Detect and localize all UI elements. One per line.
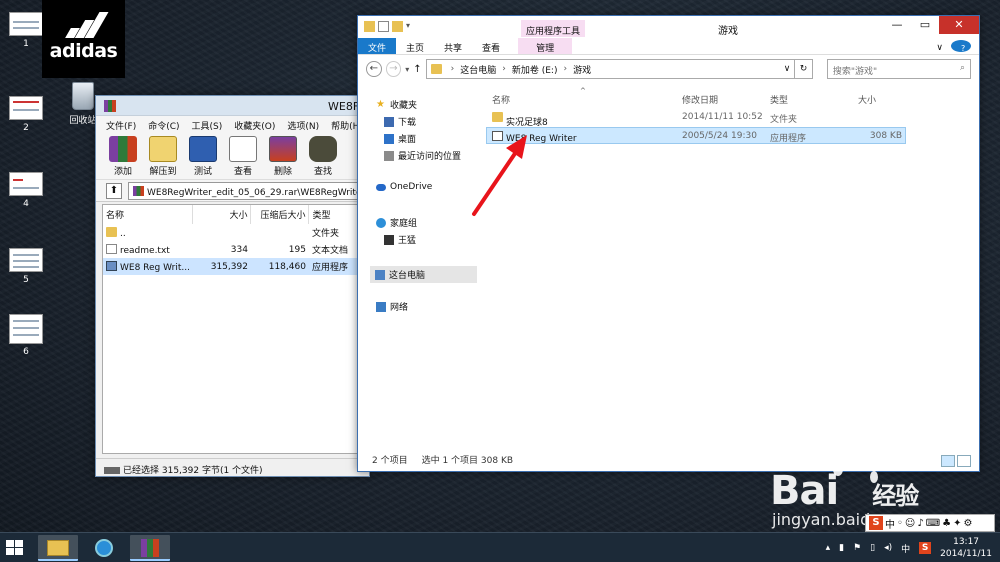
show-hidden-icons-icon[interactable]: ▴ [826, 543, 831, 553]
battery-icon[interactable]: ▯ [870, 543, 875, 553]
taskbar-browser[interactable] [84, 535, 124, 561]
network-signal-icon[interactable]: ▮ [839, 543, 844, 553]
file-explorer-icon [47, 540, 69, 556]
tools-icon[interactable]: ⚙ [964, 518, 973, 529]
skin-icon[interactable]: ♣ [942, 518, 951, 529]
emoji-icon[interactable]: ☺ [905, 518, 915, 529]
baidu-watermark: Bai 经验 [770, 468, 919, 514]
input-language[interactable]: 中 [901, 542, 910, 555]
winrar-icon [141, 539, 159, 557]
system-tray: ▴ ▮ ⚑ ▯ ◂) 中 S 13:17 2014/11/11 [826, 536, 992, 560]
voice-icon[interactable]: ♪ [917, 518, 923, 529]
ime-mode[interactable]: 中 [885, 516, 895, 531]
browser-icon [95, 539, 113, 557]
taskbar-winrar[interactable] [130, 535, 170, 561]
clock-date: 2014/11/11 [940, 549, 992, 559]
clock-time: 13:17 [953, 537, 980, 547]
action-center-flag-icon[interactable]: ⚑ [853, 543, 861, 553]
volume-icon[interactable]: ◂) [884, 543, 892, 553]
sogou-tray-icon[interactable]: S [919, 542, 932, 554]
ime-toolbar[interactable]: S 中 ◦ ☺ ♪ ⌨ ♣ ✦ ⚙ [865, 514, 995, 532]
taskbar: ▴ ▮ ⚑ ▯ ◂) 中 S 13:17 2014/11/11 [0, 532, 1000, 562]
keyboard-icon[interactable]: ⌨ [926, 518, 940, 529]
punctuation-icon[interactable]: ◦ [897, 518, 903, 529]
sogou-s-icon: S [869, 516, 883, 530]
clock[interactable]: 13:17 2014/11/11 [940, 536, 992, 560]
start-button[interactable] [6, 540, 24, 556]
shirt-icon[interactable]: ✦ [953, 518, 961, 529]
taskbar-file-explorer[interactable] [38, 535, 78, 561]
